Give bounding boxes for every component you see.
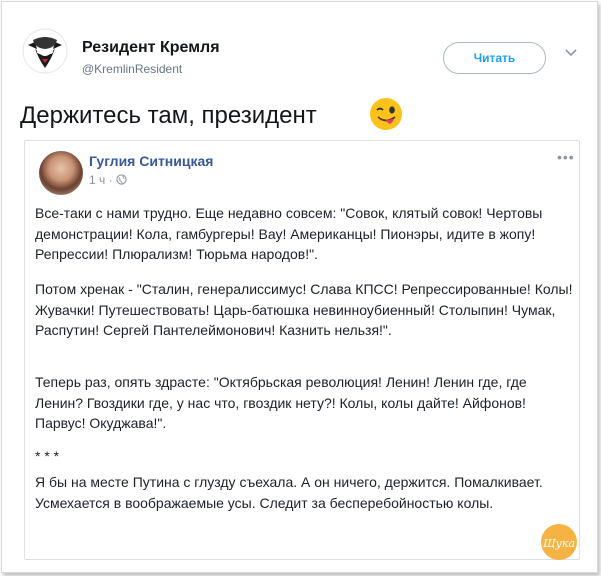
post-paragraph: * * *	[35, 448, 60, 464]
post-paragraph: Все-таки с нами трудно. Еще недавно совс…	[35, 205, 543, 262]
site-watermark-logo: Щука	[541, 524, 577, 560]
fb-author-avatar[interactable]	[39, 151, 83, 195]
fb-author-name[interactable]: Гуглия Ситницкая	[89, 153, 213, 169]
more-options-icon[interactable]: •••	[557, 149, 575, 165]
fb-post-time[interactable]: 1 ч ·	[89, 173, 113, 187]
facebook-post-card: Гуглия Ситницкая 1 ч · ••• Все-таки с на…	[24, 140, 580, 560]
chevron-down-icon[interactable]	[564, 46, 578, 60]
globe-icon	[116, 174, 127, 185]
winking-face-with-tongue-emoji	[370, 98, 402, 130]
post-paragraph: Потом хренак - "Сталин, генералиссимус! …	[35, 281, 573, 338]
tweet-text: Держитесь там, президент	[20, 102, 317, 129]
screenshot-frame: Резидент Кремля @KremlinResident Читать …	[1, 1, 598, 573]
follow-button[interactable]: Читать	[443, 42, 546, 74]
post-paragraph: Я бы на месте Путина с глузду съехала. А…	[35, 474, 543, 511]
fb-post-meta: 1 ч ·	[89, 173, 127, 187]
author-handle[interactable]: @KremlinResident	[82, 62, 182, 76]
author-name[interactable]: Резидент Кремля	[82, 39, 220, 57]
svg-text:Щука: Щука	[543, 537, 575, 550]
author-avatar[interactable]	[22, 28, 68, 74]
post-paragraph: Теперь раз, опять здрасте: "Октябрьская …	[35, 374, 527, 431]
